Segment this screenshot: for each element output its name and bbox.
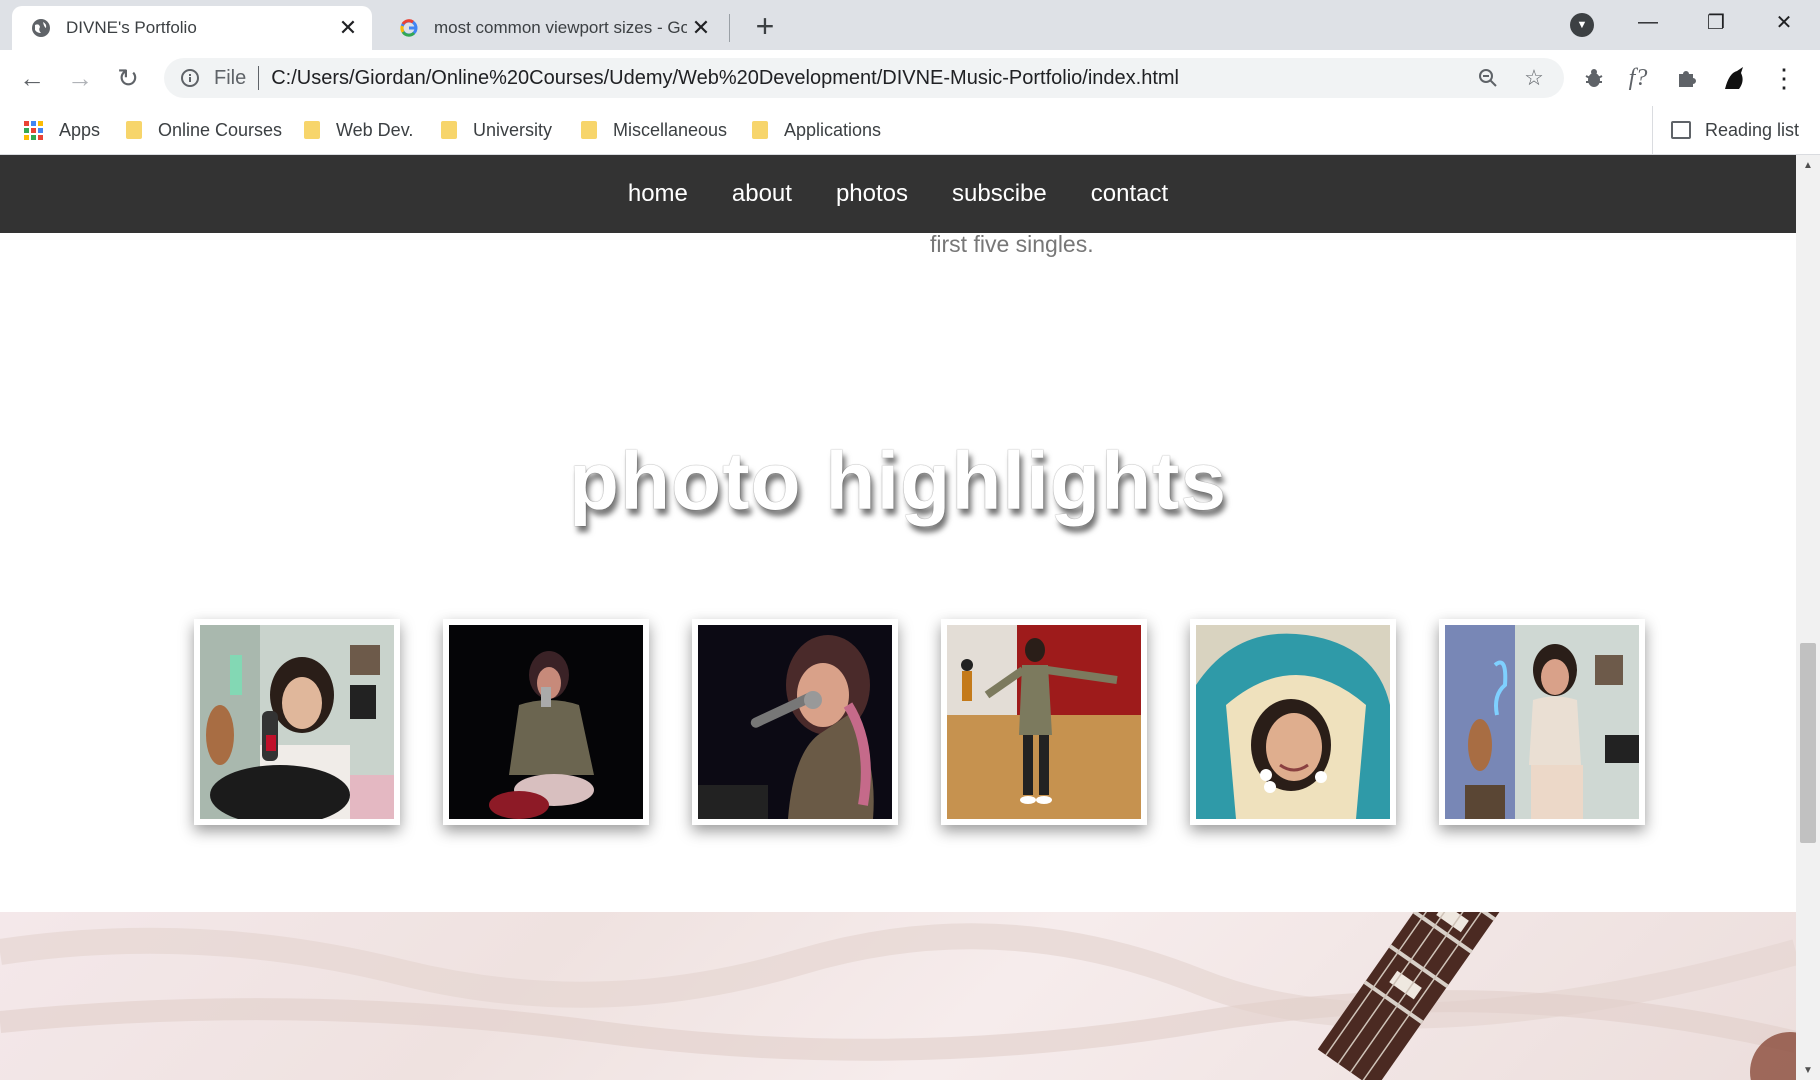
close-icon[interactable]: ✕ — [334, 14, 362, 42]
tab-title: most common viewport sizes - Google Sear… — [434, 18, 687, 37]
bookmark-miscellaneous[interactable]: Miscellaneous — [581, 116, 727, 144]
bookmark-label: University — [473, 119, 553, 140]
back-arrow-icon[interactable]: ← — [14, 60, 50, 96]
bookmark-apps[interactable]: Apps — [24, 116, 100, 144]
photo-thumbnail[interactable] — [1439, 619, 1645, 825]
bookmark-online-courses[interactable]: Online Courses — [126, 116, 282, 144]
photo-thumbnail[interactable] — [941, 619, 1147, 825]
bookmark-label: Applications — [784, 119, 882, 140]
singer-stage-closeup-image — [698, 625, 892, 819]
photo-thumbnail[interactable] — [692, 619, 898, 825]
forward-arrow-icon[interactable]: → — [62, 60, 98, 96]
bookmark-applications[interactable]: Applications — [752, 116, 881, 144]
globe-icon — [30, 17, 52, 39]
guitar-hero-section — [0, 912, 1796, 1080]
tab-divne-portfolio[interactable]: DIVNE's Portfolio ✕ — [12, 6, 372, 50]
restore-icon[interactable]: ❐ — [1682, 0, 1750, 44]
folder-icon — [126, 121, 142, 139]
browser-toolbar: ← → ↻ File C:/Users/Giordan/Online%20Cou… — [0, 50, 1820, 106]
folder-icon — [752, 121, 768, 139]
guitar-background-image — [0, 912, 1796, 1080]
reload-icon[interactable]: ↻ — [110, 60, 146, 96]
photo-thumbnail[interactable] — [1190, 619, 1396, 825]
bookmark-label: Miscellaneous — [613, 119, 728, 140]
folder-icon — [581, 121, 597, 139]
font-extension-icon[interactable]: f? — [1620, 60, 1656, 96]
photo-thumbnail[interactable] — [443, 619, 649, 825]
reading-list-button[interactable]: Reading list — [1652, 106, 1799, 154]
snorlax-hoodie-image — [1196, 625, 1390, 819]
folder-icon — [304, 121, 320, 139]
nav-link-about[interactable]: about — [732, 180, 792, 208]
nav-link-home[interactable]: home — [628, 180, 688, 208]
scrollbar-thumb[interactable] — [1800, 643, 1816, 843]
new-tab-plus-icon[interactable]: + — [748, 8, 782, 44]
photo-gallery — [194, 619, 1688, 825]
tab-search-chevron-icon[interactable]: ▼ — [1570, 13, 1594, 37]
puzzle-extensions-icon[interactable] — [1668, 60, 1704, 96]
page-viewport: home about photos subscibe contact first… — [0, 155, 1796, 1080]
bookmark-label: Online Courses — [158, 119, 283, 140]
menu-kebab-icon[interactable]: ⋮ — [1766, 60, 1802, 96]
neon-guitar-room-image — [1445, 625, 1639, 819]
bookmark-label: Apps — [59, 119, 101, 140]
singer-stage-sitting-image — [449, 625, 643, 819]
tab-google-search[interactable]: most common viewport sizes - Google Sear… — [380, 6, 725, 50]
minimize-icon[interactable]: — — [1614, 0, 1682, 44]
bookmarks-bar: Apps Online Courses Web Dev. University … — [0, 106, 1820, 155]
dance-studio-image — [947, 625, 1141, 819]
profile-avatar-icon[interactable] — [1716, 60, 1752, 96]
tab-strip: DIVNE's Portfolio ✕ most common viewport… — [0, 0, 1820, 50]
zoom-icon[interactable] — [1472, 62, 1504, 94]
bookmark-university[interactable]: University — [441, 116, 552, 144]
scroll-down-arrow-icon[interactable]: ▼ — [1796, 1060, 1820, 1080]
scroll-up-arrow-icon[interactable]: ▲ — [1796, 155, 1820, 175]
site-navbar: home about photos subscibe contact — [0, 155, 1796, 233]
bookmark-web-dev[interactable]: Web Dev. — [304, 116, 413, 144]
omnibox-divider — [258, 66, 260, 90]
address-bar[interactable]: File C:/Users/Giordan/Online%20Courses/U… — [164, 58, 1564, 98]
page-scrollbar[interactable]: ▲ ▼ — [1796, 155, 1820, 1080]
bookmark-label: Web Dev. — [336, 119, 414, 140]
folder-icon — [441, 121, 457, 139]
google-icon — [398, 17, 420, 39]
nav-link-subscribe[interactable]: subscibe — [952, 180, 1047, 208]
tab-title: DIVNE's Portfolio — [66, 18, 197, 37]
section-title-photo-highlights: photo highlights — [568, 436, 1228, 527]
nav-link-photos[interactable]: photos — [836, 180, 908, 208]
bug-extension-icon[interactable] — [1576, 60, 1612, 96]
close-icon[interactable]: ✕ — [687, 14, 715, 42]
window-close-icon[interactable]: ✕ — [1750, 0, 1818, 44]
singer-guitar-mic-image — [200, 625, 394, 819]
nav-link-contact[interactable]: contact — [1091, 180, 1168, 208]
reading-list-label: Reading list — [1705, 119, 1800, 140]
info-icon[interactable] — [178, 66, 202, 90]
tab-divider — [729, 14, 730, 42]
about-text-tail: first five singles. — [930, 231, 1094, 257]
url-scheme: File — [214, 66, 247, 89]
reading-list-icon — [1671, 121, 1691, 139]
apps-grid-icon — [24, 120, 43, 140]
photo-thumbnail[interactable] — [194, 619, 400, 825]
star-bookmark-icon[interactable]: ☆ — [1518, 62, 1550, 94]
url-text[interactable]: C:/Users/Giordan/Online%20Courses/Udemy/… — [271, 67, 1472, 90]
